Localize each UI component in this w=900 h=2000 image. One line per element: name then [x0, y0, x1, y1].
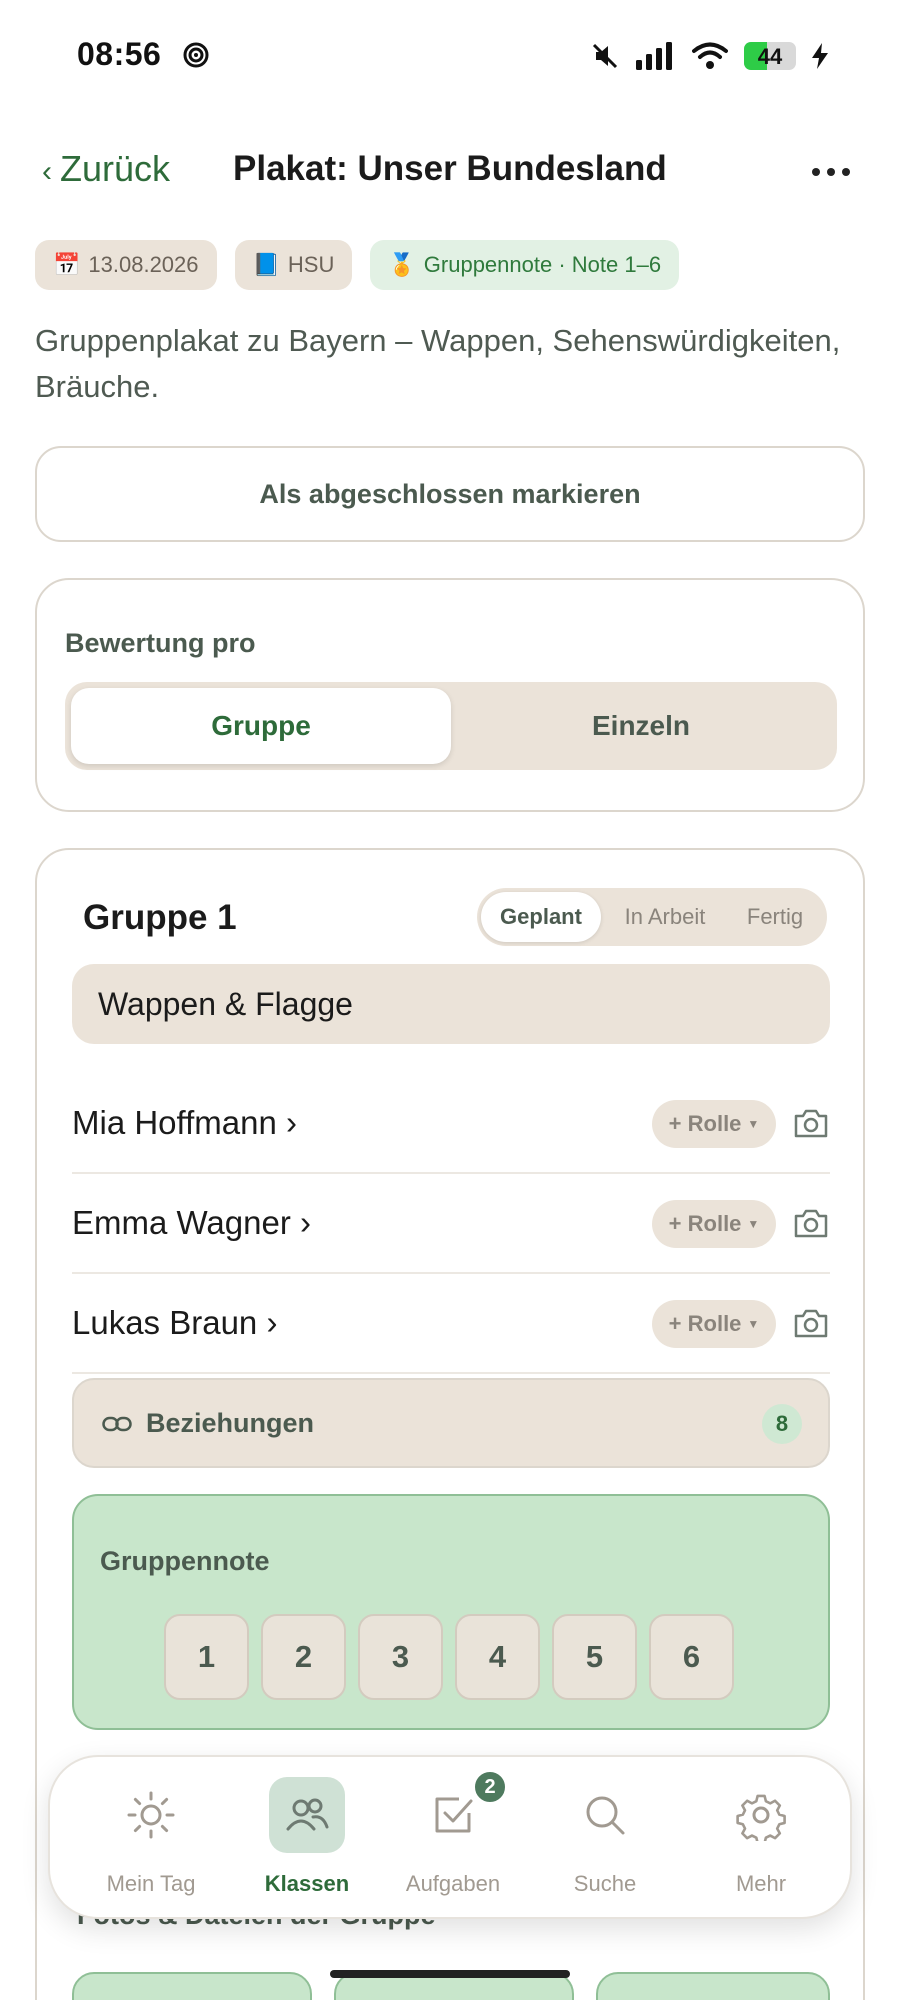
grade-button-2[interactable]: 2	[261, 1614, 346, 1700]
tab-label: Suche	[573, 1871, 637, 1896]
rating-mode-individual[interactable]: Einzeln	[451, 688, 831, 764]
more-options-button[interactable]	[812, 152, 862, 192]
charging-bolt-icon	[812, 43, 828, 69]
status-time: 08:56	[77, 36, 162, 72]
sun-icon	[127, 1791, 175, 1839]
grade-button-6[interactable]: 6	[649, 1614, 734, 1700]
camera-icon[interactable]	[792, 1204, 830, 1242]
book-icon: 📘	[252, 252, 280, 277]
relations-count-badge: 8	[762, 1404, 802, 1444]
tab-tasks[interactable]: 2 Aufgaben	[378, 1769, 528, 1907]
grade-options: 1 2 3 4 5 6	[164, 1614, 734, 1700]
caret-down-icon: ▼	[747, 1117, 760, 1131]
member-row[interactable]: Lukas Braun › + Rolle ▼	[72, 1274, 830, 1374]
status-planned[interactable]: Geplant	[481, 892, 601, 942]
grade-button-5[interactable]: 5	[552, 1614, 637, 1700]
add-role-button[interactable]: + Rolle ▼	[652, 1100, 776, 1148]
status-done[interactable]: Fertig	[727, 892, 823, 942]
relations-label: Beziehungen	[146, 1408, 315, 1438]
chevron-left-icon: ‹	[42, 155, 52, 188]
rating-mode-group[interactable]: Gruppe	[71, 688, 451, 764]
home-indicator	[330, 1970, 570, 1978]
battery-indicator: 44	[744, 42, 796, 70]
tab-label: Mein Tag	[106, 1871, 196, 1896]
file-action-button[interactable]	[596, 1972, 830, 2000]
back-button[interactable]: ‹ Zurück	[42, 148, 170, 190]
add-role-button[interactable]: + Rolle ▼	[652, 1300, 776, 1348]
grade-button-4[interactable]: 4	[455, 1614, 540, 1700]
file-action-button[interactable]	[72, 1972, 312, 2000]
page-title: Plakat: Unser Bundesland	[233, 149, 667, 188]
calendar-icon: 📅	[53, 252, 81, 277]
tab-more[interactable]: Mehr	[686, 1777, 836, 1907]
subject-chip[interactable]: 📘 HSU	[234, 240, 353, 290]
role-label: + Rolle	[668, 1111, 742, 1136]
people-icon	[286, 1798, 329, 1831]
grading-chip[interactable]: 🏅 Gruppennote · Note 1–6	[370, 240, 680, 290]
rating-mode-card: Bewertung pro Gruppe Einzeln	[35, 578, 865, 812]
gear-icon	[736, 1794, 786, 1841]
member-name[interactable]: Mia Hoffmann ›	[72, 1104, 297, 1142]
tab-my-day[interactable]: Mein Tag	[76, 1777, 226, 1907]
meta-chips: 📅 13.08.2026 📘 HSU 🏅 Gruppennote · Note …	[35, 240, 680, 290]
tab-classes[interactable]: Klassen	[232, 1777, 382, 1907]
tab-search[interactable]: Suche	[530, 1777, 680, 1907]
member-name[interactable]: Lukas Braun ›	[72, 1304, 277, 1342]
grade-button-3[interactable]: 3	[358, 1614, 443, 1700]
tab-label: Aufgaben	[405, 1871, 501, 1896]
role-label: + Rolle	[668, 1311, 742, 1336]
group-status-toggle: Geplant In Arbeit Fertig	[477, 888, 827, 946]
search-icon	[586, 1796, 625, 1835]
camera-icon[interactable]	[792, 1304, 830, 1342]
task-description: Gruppenplakat zu Bayern – Wappen, Sehens…	[35, 323, 841, 404]
wifi-icon	[692, 42, 728, 69]
group-title: Gruppe 1	[83, 898, 237, 937]
caret-down-icon: ▼	[747, 1217, 760, 1231]
status-indicators: 44	[590, 38, 828, 74]
grade-button-1[interactable]: 1	[164, 1614, 249, 1700]
link-icon	[102, 1416, 132, 1432]
back-label: Zurück	[60, 148, 171, 189]
rating-mode-label: Bewertung pro	[65, 628, 256, 658]
tab-bar: Mein Tag Klassen 2 Aufgaben Suche Mehr	[48, 1755, 852, 1919]
mute-icon	[592, 43, 618, 69]
member-name[interactable]: Emma Wagner ›	[72, 1204, 311, 1242]
member-row[interactable]: Emma Wagner › + Rolle ▼	[72, 1174, 830, 1274]
focus-mode-icon	[183, 42, 209, 68]
member-row[interactable]: Mia Hoffmann › + Rolle ▼	[72, 1074, 830, 1174]
grading-chip-label: Gruppennote · Note 1–6	[423, 252, 662, 277]
relations-button[interactable]: Beziehungen 8	[72, 1378, 830, 1468]
subject-chip-label: HSU	[287, 252, 335, 277]
group-grade-label: Gruppennote	[100, 1546, 270, 1576]
status-in-progress[interactable]: In Arbeit	[605, 892, 725, 942]
signal-icon	[636, 42, 672, 70]
camera-icon[interactable]	[792, 1104, 830, 1142]
mark-complete-button[interactable]: Als abgeschlossen markieren	[35, 446, 865, 542]
tab-label: Klassen	[264, 1871, 350, 1896]
role-label: + Rolle	[668, 1211, 742, 1236]
group-topic-input[interactable]: Wappen & Flagge	[72, 964, 830, 1044]
rating-mode-toggle: Gruppe Einzeln	[65, 682, 837, 770]
date-chip-label: 13.08.2026	[88, 252, 199, 277]
medal-icon: 🏅	[388, 252, 416, 277]
date-chip[interactable]: 📅 13.08.2026	[35, 240, 217, 290]
tasks-count-badge: 2	[472, 1769, 508, 1805]
caret-down-icon: ▼	[747, 1317, 760, 1331]
group-grade-panel: Gruppennote 1 2 3 4 5 6	[72, 1494, 830, 1730]
add-role-button[interactable]: + Rolle ▼	[652, 1200, 776, 1248]
checkbox-icon	[435, 1797, 473, 1833]
tab-label: Mehr	[735, 1871, 787, 1896]
status-bar: 08:56 44	[0, 0, 900, 110]
